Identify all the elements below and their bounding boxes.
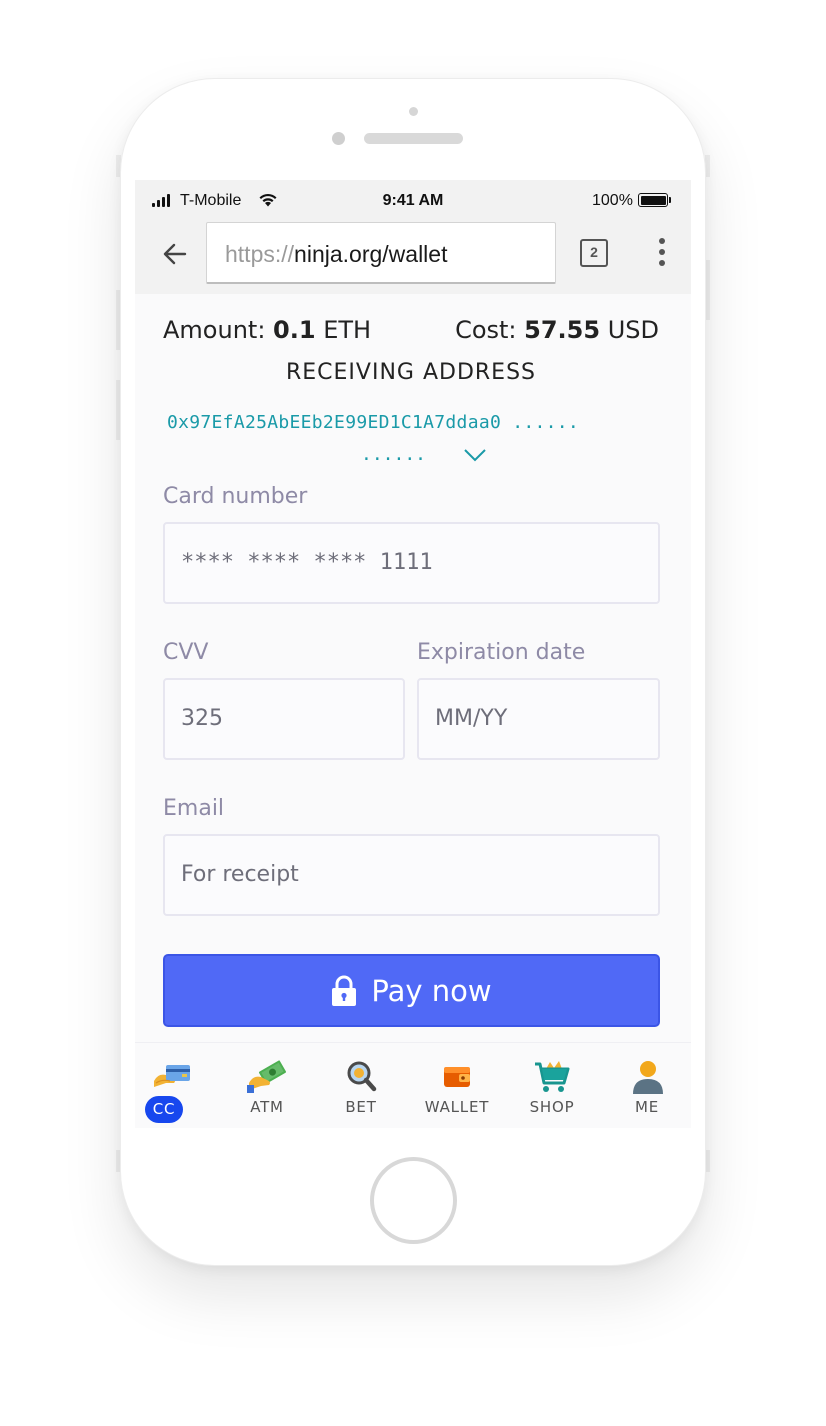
cash-hand-icon	[247, 1060, 287, 1093]
receiving-address[interactable]: 0x97EfA25AbEEb2E99ED1C1A7ddaa0 ......	[167, 412, 677, 433]
address-ellipsis: ......	[512, 412, 580, 433]
receiving-address-title: RECEIVING ADDRESS	[285, 360, 537, 385]
card-number-label: Card number	[163, 484, 308, 509]
browser-toolbar: https://ninja.org/wallet 2	[135, 222, 691, 294]
cvv-label: CVV	[163, 640, 209, 665]
proximity-sensor	[409, 107, 418, 116]
nav-label-atm: ATM	[250, 1098, 284, 1116]
payment-form-page: Amount: 0.1 ETH Cost: 57.55 USD RECEIVIN…	[135, 294, 691, 1042]
nav-tab-atm[interactable]: ATM	[222, 1043, 312, 1128]
nav-label-me: ME	[634, 1098, 660, 1116]
shopping-cart-icon	[535, 1061, 570, 1092]
nav-tab-shop[interactable]: SHOP	[507, 1043, 597, 1128]
pay-now-button[interactable]: Pay now	[163, 954, 660, 1027]
bottom-navigation: CC ATM BET WALLET SHOP ME	[135, 1042, 691, 1128]
cvv-field[interactable]: 325	[163, 678, 405, 760]
battery-percent: 100%	[592, 192, 633, 209]
amount: Amount: 0.1 ETH	[163, 316, 371, 344]
lock-icon	[332, 975, 357, 1006]
card-number-field[interactable]: **** **** **** 1111	[163, 522, 660, 604]
tab-switcher-button[interactable]: 2	[580, 239, 608, 267]
earpiece-speaker	[364, 133, 463, 144]
front-camera	[332, 132, 345, 145]
person-icon	[633, 1061, 663, 1094]
address-bar[interactable]: https://ninja.org/wallet	[206, 222, 556, 284]
cost-value: 57.55	[524, 316, 601, 344]
nav-tab-me[interactable]: ME	[602, 1043, 691, 1128]
address-text: 0x97EfA25AbEEb2E99ED1C1A7ddaa0	[167, 412, 502, 433]
phone-screen: T-Mobile 9:41 AM 100% https://ninja.org/…	[135, 180, 691, 1128]
wallet-icon	[444, 1067, 470, 1087]
chevron-down-icon[interactable]	[463, 447, 487, 463]
back-arrow-icon[interactable]	[161, 240, 189, 268]
battery-icon	[638, 193, 668, 207]
nav-tab-wallet[interactable]: WALLET	[412, 1043, 502, 1128]
cost-label: Cost:	[455, 316, 517, 344]
amount-value: 0.1	[273, 316, 316, 344]
address-ellipsis-2: ......	[361, 444, 427, 465]
email-label: Email	[163, 796, 225, 821]
nav-label-bet: BET	[345, 1098, 377, 1116]
nav-tab-cc[interactable]: CC	[135, 1043, 217, 1128]
magnifier-icon	[347, 1061, 377, 1092]
credit-card-hand-icon	[154, 1065, 190, 1087]
expiration-date-label: Expiration date	[417, 640, 586, 665]
url-host: ninja.org/wallet	[294, 241, 448, 267]
nav-label-wallet: WALLET	[424, 1098, 490, 1116]
battery-tip	[669, 197, 671, 203]
nav-label-cc: CC	[145, 1096, 183, 1123]
pay-now-label: Pay now	[371, 973, 492, 1008]
status-bar: T-Mobile 9:41 AM 100%	[135, 180, 691, 222]
nav-tab-bet[interactable]: BET	[316, 1043, 406, 1128]
email-field[interactable]: For receipt	[163, 834, 660, 916]
amount-unit: ETH	[323, 316, 372, 344]
amount-label: Amount:	[163, 316, 266, 344]
overflow-menu-icon[interactable]	[659, 238, 667, 270]
url-scheme: https://	[225, 241, 295, 267]
expiration-date-field[interactable]: MM/YY	[417, 678, 660, 760]
cost: Cost: 57.55 USD	[455, 316, 659, 344]
nav-label-shop: SHOP	[529, 1098, 575, 1116]
home-button[interactable]	[370, 1157, 457, 1244]
cost-unit: USD	[607, 316, 659, 344]
